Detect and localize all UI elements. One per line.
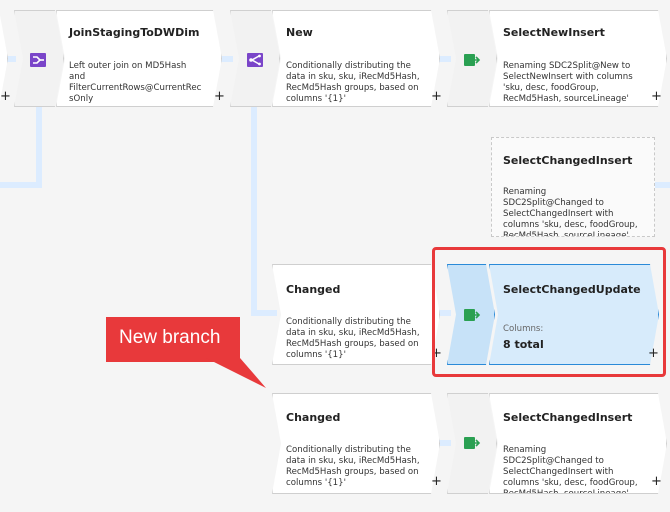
- select-changed-update-columns-value: 8 total: [503, 338, 544, 351]
- join-staging-add-button[interactable]: +: [214, 89, 225, 104]
- connector-branch-to-changed: [251, 310, 277, 316]
- connector-ghost-right: [654, 182, 670, 188]
- changed-split-1-description: Conditionally distributing the data in s…: [286, 317, 420, 360]
- changed-split-1-title: Changed: [286, 283, 341, 296]
- select-changed-insert-ghost-description: Renaming SDC2Split@Changed to SelectChan…: [503, 187, 638, 236]
- connector-vertical-left: [36, 106, 42, 188]
- conditional-split-icon: [247, 53, 263, 67]
- new-split-title: New: [286, 26, 313, 39]
- select-icon: [464, 437, 481, 449]
- callout-text: New branch: [119, 327, 221, 348]
- select-changed-update-columns-label: Columns:: [503, 324, 544, 334]
- select-new-insert-title: SelectNewInsert: [503, 26, 605, 39]
- changed-split-2-title: Changed: [286, 411, 341, 424]
- connector-horizontal-left: [0, 182, 42, 188]
- select-changed-insert-ghost-title: SelectChangedInsert: [503, 154, 633, 167]
- select-icon: [464, 309, 481, 321]
- changed-split-2-description: Conditionally distributing the data in s…: [286, 445, 420, 488]
- select-changed-insert-add-button[interactable]: +: [651, 474, 662, 489]
- select-changed-update-add-button[interactable]: +: [648, 346, 659, 361]
- join-staging-title: JoinStagingToDWDim: [69, 26, 200, 39]
- callout-pointer: [206, 358, 266, 388]
- connector-vertical-branch: [251, 106, 257, 316]
- new-split-add-button[interactable]: +: [431, 89, 442, 104]
- select-changed-insert-title: SelectChangedInsert: [503, 411, 633, 424]
- select-new-insert-add-button[interactable]: +: [651, 89, 662, 104]
- select-changed-insert-description: Renaming SDC2Split@Changed to SelectChan…: [503, 445, 638, 493]
- changed-split-2-add-button[interactable]: +: [431, 474, 442, 489]
- join-icon: [30, 53, 46, 67]
- select-changed-update-title: SelectChangedUpdate: [503, 283, 641, 296]
- new-split-description: Conditionally distributing the data in s…: [286, 61, 420, 104]
- select-new-insert-description: Renaming SDC2Split@New to SelectNewInser…: [503, 61, 633, 104]
- join-staging-description: Left outer join on MD5Hash and FilterCur…: [69, 61, 202, 104]
- node-partial-left-add-button[interactable]: +: [0, 89, 11, 104]
- select-icon: [464, 54, 481, 66]
